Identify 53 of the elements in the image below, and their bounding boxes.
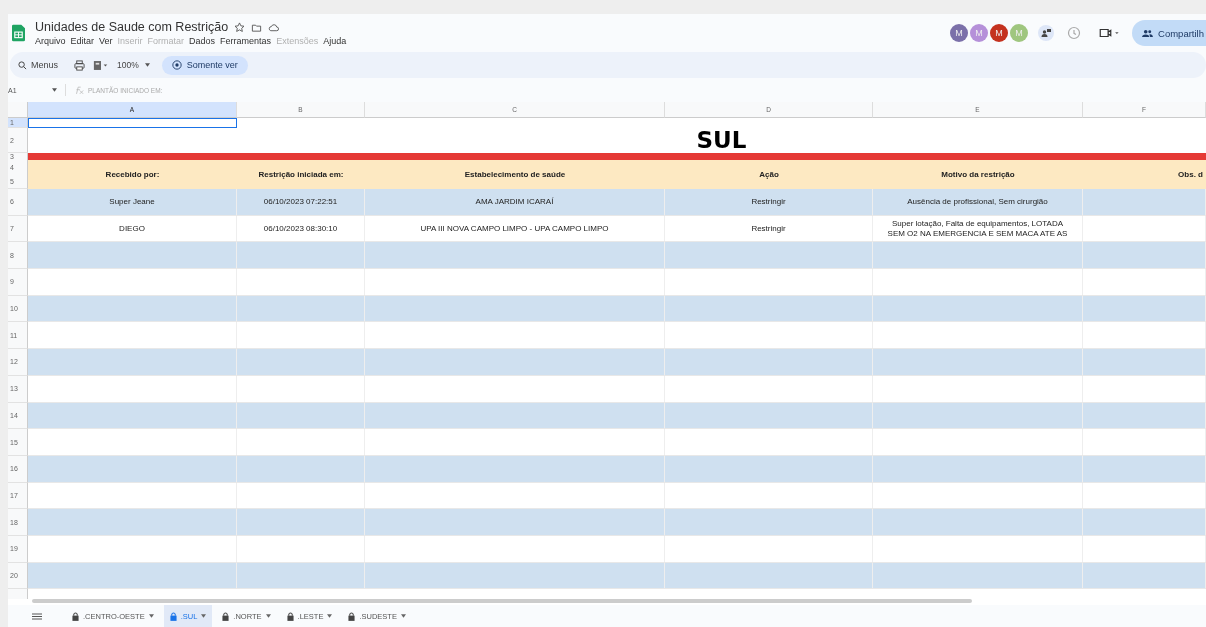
lock-icon [348,611,356,621]
lock-icon [286,611,294,621]
document-title[interactable]: Unidades de Saude com Restrição [35,20,229,34]
table-cell: Ausência de profissional, Sem cirurgião [907,196,1048,207]
region-title: SUL [696,128,747,153]
search-icon [18,60,27,70]
spreadsheet-logo-icon[interactable] [12,24,25,42]
star-icon[interactable] [234,21,246,33]
avatar[interactable]: M [950,24,969,42]
column-heading: Motivo da restrição [941,170,1015,179]
print-icon[interactable] [74,59,85,71]
table-cell: Restringir [751,196,786,207]
table-cell: Super lotação, Falta de equipamentos, LOTADA SEM O2 NA EMERGENCIA E SEM MACA ATE AS [887,218,1068,239]
table-cell: Restringir [751,223,786,234]
function-icon [74,85,84,95]
lock-icon [169,611,177,621]
zoom-dropdown[interactable]: 100% [117,60,150,70]
caret-icon [265,614,271,618]
menu-item[interactable]: Ajuda [323,36,347,46]
menu-icon[interactable] [32,612,42,620]
menu-item[interactable]: Editar [70,36,95,46]
caret-icon [201,614,207,618]
column-heading: Obs. d [1178,170,1203,179]
column-heading: Estabelecimento de saúde [464,170,566,179]
lock-icon [72,611,79,621]
people-icon [1142,28,1154,38]
column-heading: Recebido por: [105,170,160,179]
menu-item[interactable]: Dados [189,36,216,46]
caret-icon [400,614,406,618]
column-heading: Restrição iniciada em: [258,170,344,179]
avatar[interactable]: M [990,24,1009,42]
table-cell: UPA III NOVA CAMPO LIMPO - UPA CAMPO LIMPO [420,223,609,234]
table-cell: 06/10/2023 07:22:51 [263,196,338,207]
table-cell: Super Jeane [109,196,155,207]
selected-cell[interactable] [28,118,237,128]
share-button[interactable]: Compartilh [1132,20,1206,46]
caret-icon [144,63,150,67]
lock-icon [222,611,230,621]
menu-item[interactable]: Ferramentas [220,36,272,46]
present-icon[interactable] [1038,25,1055,41]
video-call-icon[interactable] [1098,26,1121,40]
table-cell: 06/10/2023 08:30:10 [263,223,338,234]
view-only-button[interactable]: Somente ver [161,55,248,75]
caret-icon [327,614,333,618]
menu-item[interactable]: Ver [99,36,113,46]
caret-icon [148,614,154,618]
table-cell: AMA JARDIM ICARAÍ [475,196,554,207]
cloud-icon[interactable] [268,21,280,33]
table-cell: DIEGO [119,223,145,234]
caret-icon[interactable] [52,88,57,92]
menu-item[interactable]: Arquivo [35,36,66,46]
horizontal-scrollbar[interactable] [32,599,972,603]
column-heading: Ação [759,170,779,179]
